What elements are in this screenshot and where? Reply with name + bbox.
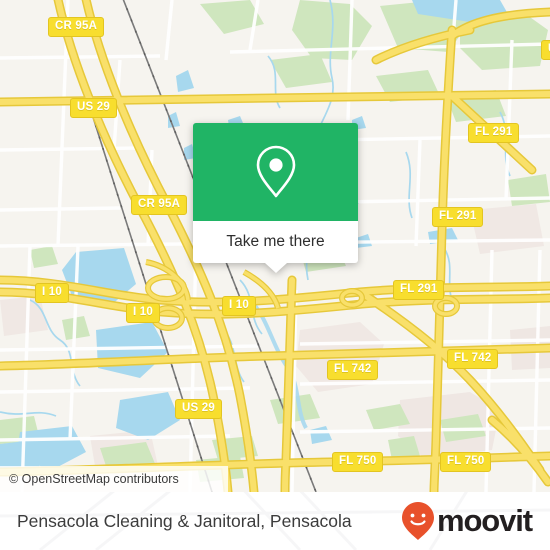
road-shield: I 10: [126, 303, 160, 323]
osm-attribution-text[interactable]: © OpenStreetMap contributors: [9, 472, 179, 486]
road-shield: FL 750: [440, 452, 492, 472]
road-shield: FL 750: [332, 452, 384, 472]
road-shield: CR 95A: [48, 17, 105, 37]
take-me-there-button[interactable]: Take me there: [226, 233, 324, 251]
map-canvas[interactable]: CR 95A US 29 FL 291 FL 291 CR 95A I 10 I 10 I 1…: [0, 0, 550, 492]
map-screenshot: CR 95A US 29 FL 291 FL 291 CR 95A I 10 I 10 I 1…: [0, 0, 550, 550]
road-shield: FL 742: [327, 360, 379, 380]
road-shield: FL 291: [393, 280, 445, 300]
road-shield: CR 95A: [131, 195, 188, 215]
moovit-pin-icon: [401, 502, 434, 540]
road-shield: U: [541, 40, 550, 60]
moovit-wordmark: moovit: [436, 503, 533, 538]
bottom-info-bar: Pensacola Cleaning & Janitoral, Pensacol…: [0, 492, 550, 550]
road-shield: US 29: [70, 98, 117, 118]
popup-image-area: [193, 123, 358, 221]
road-shield: FL 742: [447, 349, 499, 369]
road-shield: I 10: [35, 283, 69, 303]
popup-footer[interactable]: Take me there: [193, 221, 358, 263]
road-shield: US 29: [175, 399, 222, 419]
location-pin-icon: [256, 145, 295, 198]
popup-tail: [264, 263, 287, 273]
road-shield: FL 291: [468, 123, 520, 143]
place-title: Pensacola Cleaning & Janitoral, Pensacol…: [17, 510, 352, 531]
attribution-bar: © OpenStreetMap contributors: [0, 466, 228, 492]
road-shield: I 10: [222, 296, 256, 316]
place-popup[interactable]: Take me there: [193, 123, 358, 273]
road-shield: FL 291: [432, 207, 484, 227]
moovit-logo[interactable]: moovit: [401, 501, 533, 541]
